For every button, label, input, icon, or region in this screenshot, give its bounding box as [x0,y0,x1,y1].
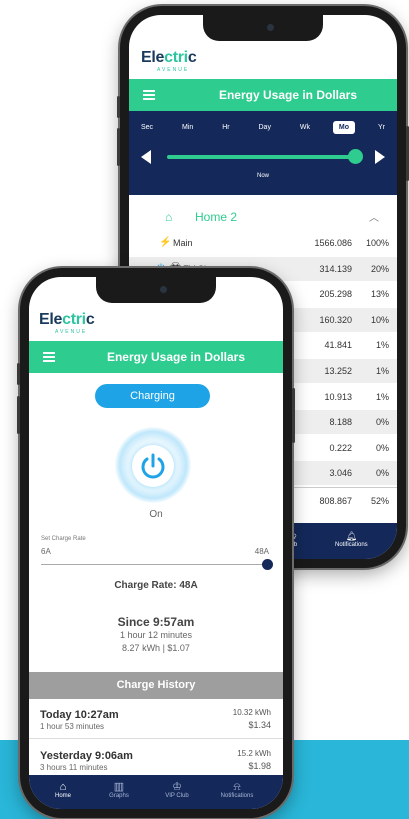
phone-front: Electric AVENUE Energy Usage in Dollars … [17,268,295,818]
history-duration: 1 hour 53 minutes [40,722,105,731]
menu-icon[interactable] [143,90,155,100]
header-bar: Energy Usage in Dollars [129,79,397,111]
previous-arrow-icon[interactable] [141,150,151,164]
usage-row-percent: 1% [375,366,389,376]
next-arrow-icon[interactable] [375,150,385,164]
charge-rate-caption: Set Charge Rate [41,536,86,542]
history-duration: 3 hours 11 minutes [40,763,108,772]
tab-mo[interactable]: Mo [332,121,356,134]
usage-row-percent: 0% [375,442,389,453]
bell-icon: ⍾ [233,781,241,793]
usage-row-percent: 100% [365,238,389,248]
history-energy: 15.2 kWh [237,749,271,758]
history-time: Today 10:27am [40,709,119,721]
usage-row-value: 13.252 [324,366,352,376]
notch [96,277,216,303]
history-time: Yesterday 9:06am [40,750,133,762]
usage-row-value: 1566.086 [314,238,352,248]
usage-row-percent: 1% [375,340,389,351]
home-icon: ⌂ [165,210,173,224]
session-duration: 1 hour 12 minutes [119,630,193,640]
session-start: Since 9:57am [117,615,195,629]
power-state-label: On [149,509,163,520]
app-logo: Electric [141,49,197,66]
bell-icon: 🔔︎ [345,531,358,541]
usage-row-percent: 10% [370,314,389,325]
chevron-up-icon[interactable]: ︿ [369,209,379,224]
usage-row-value: 41.841 [324,340,352,351]
usage-row-value: 8.188 [329,417,352,428]
history-item[interactable]: Today 10:27am 1 hour 53 minutes 10.32 kW… [29,699,283,739]
charge-rate-min: 6A [41,547,51,556]
marketing-stage: Electric AVENUE Energy Usage in Dollars … [0,0,409,819]
nav-vip-club[interactable]: ♔ VIP Club [157,781,197,799]
charge-rate-max: 48A [254,547,269,556]
page-title: Energy Usage in Dollars [218,88,358,102]
power-icon [141,453,165,479]
volume-up-button [117,96,120,118]
session-summary: 8.27 kWh | $1.07 [122,643,190,653]
usage-row-percent: 0% [375,468,389,479]
header-bar: Energy Usage in Dollars [29,341,283,373]
history-cost: $1.34 [248,720,271,730]
home-header[interactable]: ⌂ Home 2 ︿ [129,201,397,231]
usage-row-percent: 0% [375,417,389,428]
time-slider-thumb[interactable] [348,149,363,164]
notch [203,15,323,41]
slider-now-label: Now [256,173,269,179]
tab-hr[interactable]: Hr [216,121,235,134]
time-selector: Sec Min Hr Day Wk Mo Yr Now [129,111,397,195]
power-button[interactable] [132,445,174,487]
total-percent: 52% [370,496,389,506]
history-cost: $1.98 [248,761,271,771]
power-side-button [292,388,295,443]
bar-chart-icon: ▥ [113,781,125,793]
usage-row-value: 3.046 [329,468,352,479]
home-name: Home 2 [195,210,238,224]
logo-subtitle: AVENUE [55,329,88,335]
usage-row-value: 10.913 [324,391,352,402]
volume-up-button [17,363,20,385]
charge-rate-value: Charge Rate: 48A [114,580,198,591]
bottom-nav: ⌂ Home ▥ Graphs ♔ VIP Club ⍾ Notifications [29,775,283,809]
charge-rate-slider-thumb[interactable] [262,559,273,570]
page-title: Energy Usage in Dollars [106,350,246,364]
volume-down-button [17,396,20,434]
history-item[interactable]: Yesterday 9:06am 3 hours 11 minutes 15.2… [29,740,283,780]
front-screen: Electric AVENUE Energy Usage in Dollars … [29,277,283,809]
usage-row[interactable]: ⚡ Main 1566.086 100% [129,231,397,255]
nav-notifications[interactable]: ⍾ Notifications [217,781,257,799]
history-energy: 10.32 kWh [232,708,271,717]
tab-wk[interactable]: Wk [294,121,316,134]
usage-row-value: 0.222 [329,442,352,453]
usage-row-name: Main [173,238,193,248]
usage-row-value: 205.298 [319,289,352,300]
usage-row-percent: 1% [375,391,389,402]
total-value: 808.867 [319,496,352,506]
usage-row-value: 314.139 [319,263,352,274]
volume-down-button [117,128,120,166]
crown-icon: ♔ [172,781,182,793]
nav-home[interactable]: ⌂ Home [43,781,83,799]
usage-row-value: 160.320 [319,314,352,325]
usage-row-percent: 20% [370,263,389,274]
tab-day[interactable]: Day [253,121,277,134]
tab-yr[interactable]: Yr [372,121,391,134]
logo-subtitle: AVENUE [157,67,190,73]
menu-icon[interactable] [43,352,55,362]
tab-min[interactable]: Min [176,121,199,134]
nav-graphs[interactable]: ▥ Graphs [99,781,139,799]
charge-rate-slider[interactable] [41,564,267,565]
tab-sec[interactable]: Sec [135,121,159,134]
time-tabs: Sec Min Hr Day Wk Mo Yr [135,121,391,134]
circuit-icon: ⚡ [159,237,172,248]
time-slider[interactable] [167,149,363,164]
charging-button[interactable]: Charging [95,384,210,408]
charge-history-header: Charge History [29,672,283,699]
app-logo: Electric [39,311,95,328]
usage-row-percent: 13% [370,289,389,300]
home-icon: ⌂ [59,781,67,793]
nav-notifications[interactable]: 🔔︎ Notifications [335,531,368,548]
